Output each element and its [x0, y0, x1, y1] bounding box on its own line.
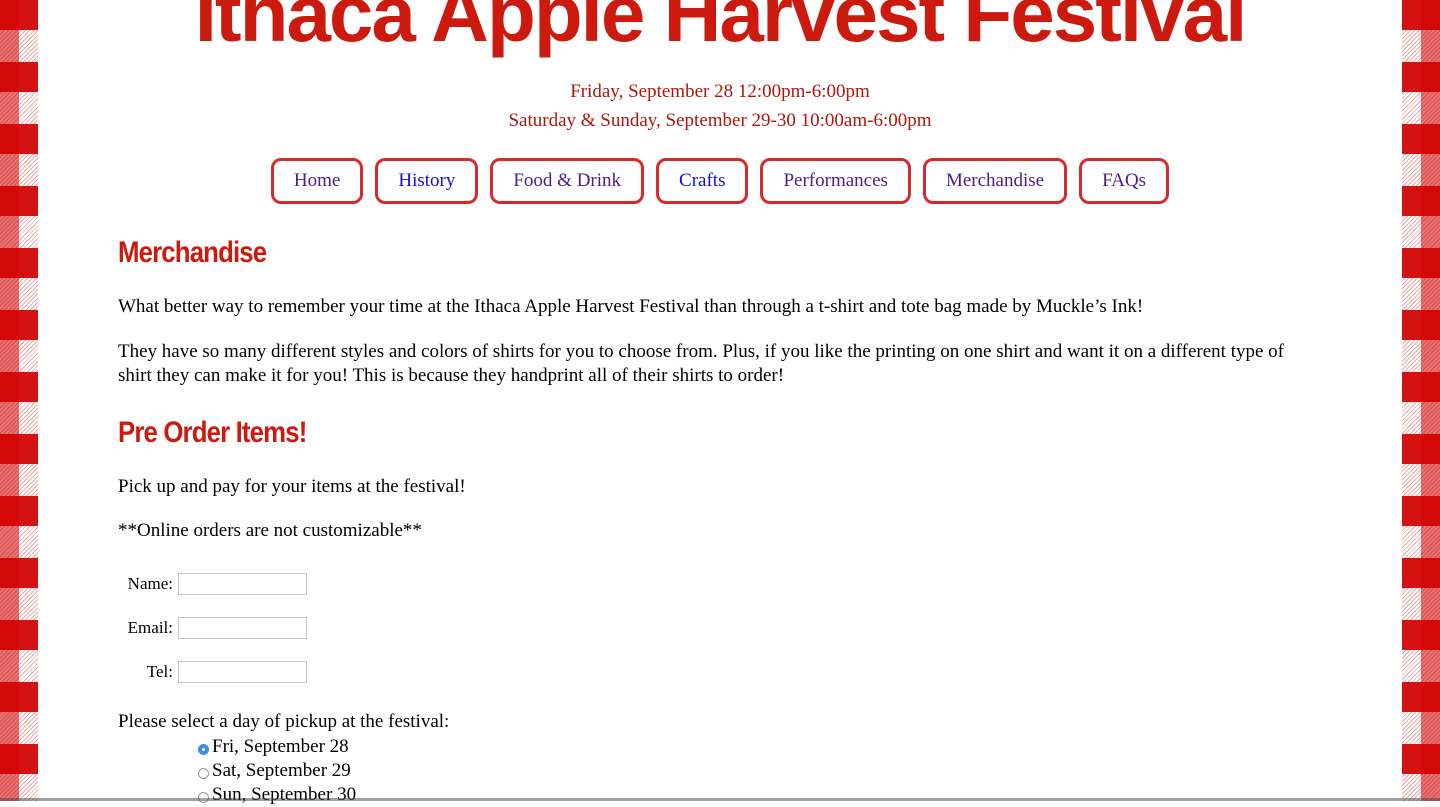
tel-row: Tel: [124, 661, 307, 683]
nav-food-drink[interactable]: Food & Drink [490, 158, 645, 204]
nav-history[interactable]: History [375, 158, 479, 204]
pickup-option-sun[interactable]: Sun, September 30 [198, 783, 356, 807]
pickup-day-options: Fri, September 28 Sat, September 29 Sun,… [198, 735, 356, 807]
pickup-option-label: Sun, September 30 [212, 784, 357, 805]
name-input[interactable] [178, 573, 307, 595]
gingham-border-left [0, 0, 38, 801]
date-line-weekend: Saturday & Sunday, September 29-30 10:00… [508, 110, 932, 131]
tel-input[interactable] [178, 661, 307, 683]
preorder-heading: Pre Order Items! [118, 416, 307, 449]
name-row: Name: [124, 573, 307, 595]
intro-paragraph: What better way to remember your time at… [118, 296, 1144, 317]
nav-faqs[interactable]: FAQs [1079, 158, 1170, 204]
pickup-option-sat[interactable]: Sat, September 29 [198, 759, 356, 783]
date-line-friday: Friday, September 28 12:00pm-6:00pm [570, 81, 870, 102]
pickup-option-label: Fri, September 28 [212, 736, 349, 757]
email-label: Email: [127, 618, 173, 637]
details-paragraph: They have so many different styles and c… [118, 341, 1284, 386]
pickup-option-label: Sat, September 29 [212, 760, 351, 781]
site-title: Ithaca Apple Harvest Festival [194, 0, 1248, 58]
nav-crafts[interactable]: Crafts [656, 158, 749, 204]
nav-performances[interactable]: Performances [760, 158, 911, 204]
page: Ithaca Apple Harvest Festival Friday, Se… [38, 0, 1402, 805]
pickup-option-fri[interactable]: Fri, September 28 [198, 735, 356, 759]
tel-label: Tel: [146, 662, 173, 681]
email-input[interactable] [178, 617, 307, 639]
merchandise-heading: Merchandise [118, 236, 267, 269]
online-note: **Online orders are not customizable** [118, 520, 422, 541]
nav-merchandise[interactable]: Merchandise [922, 158, 1068, 204]
radio-sat[interactable] [198, 767, 209, 779]
festival-dates: Friday, September 28 12:00pm-6:00pm Satu… [38, 77, 1402, 135]
pickup-prompt: Please select a day of pickup at the fes… [118, 711, 450, 732]
nav-home[interactable]: Home [270, 158, 364, 204]
radio-fri[interactable] [198, 743, 209, 755]
main-nav: Home History Food & Drink Crafts Perform… [38, 158, 1402, 204]
gingham-border-right [1402, 0, 1440, 801]
name-label: Name: [127, 574, 173, 593]
pickup-note: Pick up and pay for your items at the fe… [118, 476, 466, 497]
email-row: Email: [124, 617, 307, 639]
